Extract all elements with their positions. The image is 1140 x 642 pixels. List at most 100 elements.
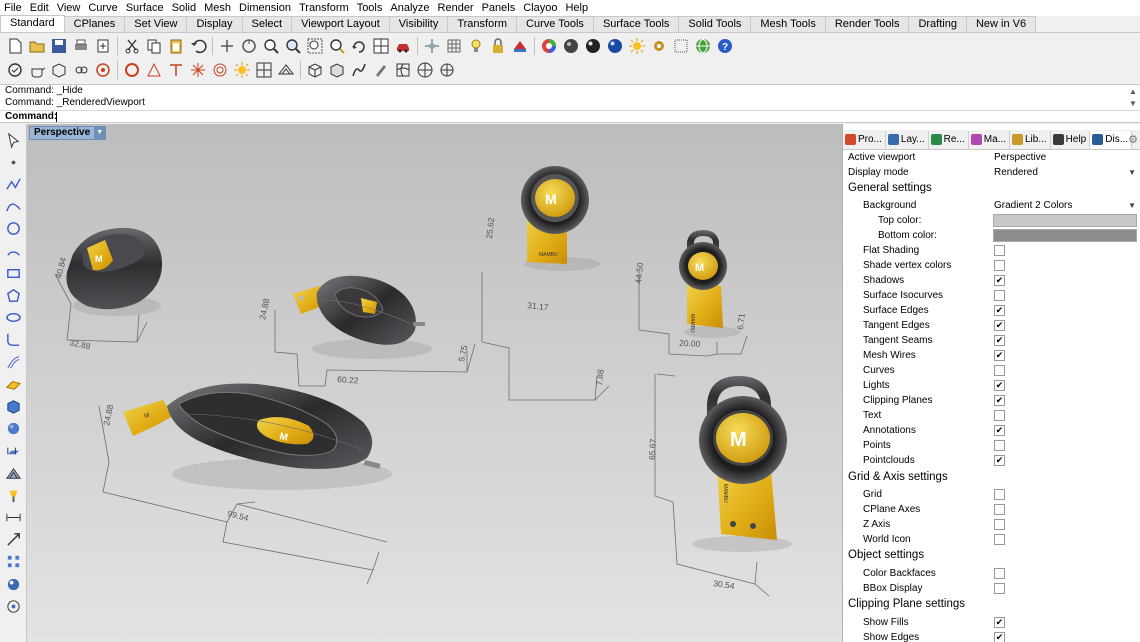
top-color-swatch[interactable] (993, 214, 1137, 227)
pan-icon[interactable] (216, 35, 238, 57)
viewport-title-tab[interactable]: Perspective ▼ (29, 126, 107, 140)
panel-tab-5[interactable]: Help (1051, 130, 1091, 149)
select-arrow-icon[interactable] (2, 130, 24, 150)
dimension-icon[interactable] (2, 507, 24, 527)
object-settings-header[interactable]: Object settings (848, 549, 924, 561)
menu-transform[interactable]: Transform (295, 0, 353, 16)
tab-render-tools[interactable]: Render Tools (824, 16, 910, 32)
menu-curve[interactable]: Curve (84, 0, 121, 16)
gear-icon[interactable]: ⚙ (1128, 133, 1138, 146)
checkbox[interactable]: ✔ (994, 335, 1005, 346)
bottom-color-swatch[interactable] (993, 229, 1137, 242)
panel-tab-4[interactable]: Lib... (1010, 130, 1051, 149)
grid-axis-settings-header[interactable]: Grid & Axis settings (848, 471, 948, 483)
tab-display[interactable]: Display (186, 16, 243, 32)
print-icon[interactable] (70, 35, 92, 57)
checkbox[interactable] (994, 583, 1005, 594)
tab-mesh-tools[interactable]: Mesh Tools (750, 16, 826, 32)
checkbox[interactable]: ✔ (994, 275, 1005, 286)
checkbox[interactable] (994, 410, 1005, 421)
menu-edit[interactable]: Edit (26, 0, 53, 16)
grid-icon[interactable] (443, 35, 465, 57)
tab-transform[interactable]: Transform (447, 16, 518, 32)
zoom-icon[interactable] (260, 35, 282, 57)
checkbox[interactable]: ✔ (994, 617, 1005, 628)
options-icon[interactable] (648, 35, 670, 57)
checkbox[interactable]: ✔ (994, 380, 1005, 391)
zoom-window-icon[interactable] (282, 35, 304, 57)
material-sphere-icon[interactable] (560, 35, 582, 57)
tab-viewport-layout[interactable]: Viewport Layout (291, 16, 390, 32)
offset-icon[interactable] (2, 352, 24, 372)
rectangle-icon[interactable] (2, 263, 24, 283)
import-icon[interactable] (92, 35, 114, 57)
curve-icon[interactable] (2, 197, 24, 217)
arc-icon[interactable] (2, 241, 24, 261)
menu-view[interactable]: View (53, 0, 85, 16)
menu-help[interactable]: Help (561, 0, 592, 16)
checkbox[interactable]: ✔ (994, 425, 1005, 436)
menu-surface[interactable]: Surface (122, 0, 168, 16)
menu-analyze[interactable]: Analyze (386, 0, 433, 16)
display-mode-select[interactable]: Rendered (994, 165, 1038, 180)
clipping-plane-settings-header[interactable]: Clipping Plane settings (848, 598, 965, 610)
spark-icon[interactable] (187, 59, 209, 81)
save-icon[interactable] (48, 35, 70, 57)
panel-tab-2[interactable]: Re... (929, 130, 969, 149)
panel-tab-6[interactable]: Dis... (1090, 130, 1133, 149)
sun-icon[interactable] (231, 59, 253, 81)
move-icon[interactable] (421, 35, 443, 57)
ellipse-icon[interactable] (2, 308, 24, 328)
menu-dimension[interactable]: Dimension (235, 0, 295, 16)
point-icon[interactable] (2, 152, 24, 172)
t-shape-icon[interactable] (165, 59, 187, 81)
tab-visibility[interactable]: Visibility (388, 16, 449, 32)
chevron-down-icon[interactable]: ▼ (1128, 198, 1136, 213)
menu-solid[interactable]: Solid (168, 0, 200, 16)
globe-icon[interactable] (692, 35, 714, 57)
dots-icon[interactable] (670, 35, 692, 57)
cube-icon[interactable] (326, 59, 348, 81)
box-icon[interactable] (304, 59, 326, 81)
polygon-icon[interactable] (2, 285, 24, 305)
checkbox[interactable]: ✔ (994, 455, 1005, 466)
grid-snap-icon[interactable] (253, 59, 275, 81)
tab-select[interactable]: Select (241, 16, 293, 32)
checkbox[interactable] (994, 440, 1005, 451)
tab-cplanes[interactable]: CPlanes (63, 16, 126, 32)
extrude-icon[interactable] (2, 441, 24, 461)
gumball-icon[interactable] (436, 59, 458, 81)
checkbox[interactable] (994, 290, 1005, 301)
tab-curve-tools[interactable]: Curve Tools (516, 16, 594, 32)
cut-plane-icon[interactable] (143, 59, 165, 81)
open-file-icon[interactable] (26, 35, 48, 57)
large-usb-key-model[interactable]: M M (123, 383, 392, 490)
globe-grid-icon[interactable] (414, 59, 436, 81)
menu-clayoo[interactable]: Clayoo (519, 0, 561, 16)
rotate-icon[interactable] (348, 35, 370, 57)
osnap-icon[interactable] (4, 59, 26, 81)
checkbox[interactable] (994, 489, 1005, 500)
rotate-view-icon[interactable] (238, 35, 260, 57)
analyze-icon[interactable] (2, 596, 24, 616)
tab-drafting[interactable]: Drafting (908, 16, 967, 32)
menu-tools[interactable]: Tools (353, 0, 387, 16)
checkbox[interactable] (994, 534, 1005, 545)
menu-file[interactable]: File (0, 0, 26, 16)
small-padlock-fob-model[interactable]: MAMBU M (679, 230, 740, 338)
checkbox[interactable] (994, 504, 1005, 515)
checkbox[interactable] (994, 365, 1005, 376)
color-wheel-icon[interactable] (538, 35, 560, 57)
tab-new-in-v6[interactable]: New in V6 (965, 16, 1037, 32)
sphere-icon[interactable] (2, 419, 24, 439)
paste-icon[interactable] (165, 35, 187, 57)
light-icon[interactable] (465, 35, 487, 57)
box-solid-icon[interactable] (2, 396, 24, 416)
checkbox[interactable]: ✔ (994, 632, 1005, 642)
checkbox[interactable] (994, 519, 1005, 530)
zoom-selected-icon[interactable] (326, 35, 348, 57)
tab-solid-tools[interactable]: Solid Tools (678, 16, 752, 32)
sun-icon[interactable] (626, 35, 648, 57)
record-icon[interactable] (92, 59, 114, 81)
four-viewports-icon[interactable] (370, 35, 392, 57)
